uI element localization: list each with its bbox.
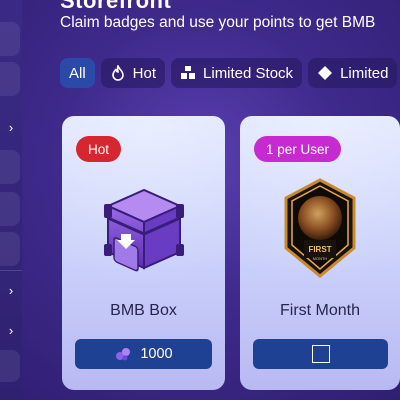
chevron-right-icon[interactable]: › [4, 120, 18, 135]
first-month-badge-image: FIRST MONTH [240, 176, 400, 286]
chevron-right-icon[interactable]: › [4, 283, 18, 298]
filter-limited[interactable]: Limited [308, 58, 398, 88]
filter-hot[interactable]: Hot [100, 58, 166, 88]
hot-badge: Hot [76, 136, 122, 162]
purple-chest-image [62, 176, 225, 286]
checkbox-icon [311, 345, 330, 363]
sidebar-item[interactable] [0, 192, 20, 226]
filter-all[interactable]: All [60, 58, 95, 88]
filter-bar: All Hot Limited Stock Limited [60, 58, 398, 88]
filter-label: Hot [132, 64, 157, 82]
sidebar: › › › [0, 0, 22, 400]
sidebar-item[interactable] [0, 350, 20, 382]
diamond-icon [317, 65, 333, 81]
limit-badge: 1 per User [254, 136, 342, 162]
page-title: Storefront [60, 0, 172, 13]
buy-button[interactable]: 1000 [75, 339, 212, 369]
sidebar-divider [0, 270, 22, 271]
filter-label: Limited Stock [203, 64, 294, 82]
filter-label: All [69, 64, 86, 82]
coins-icon [114, 347, 132, 361]
chevron-right-icon[interactable]: › [4, 323, 18, 338]
price-value: 1000 [140, 346, 173, 362]
stock-icon [180, 65, 196, 81]
sidebar-item[interactable] [0, 62, 20, 96]
page-subtitle: Claim badges and use your points to get … [60, 14, 376, 31]
product-name: BMB Box [110, 302, 177, 319]
svg-text:FIRST: FIRST [308, 245, 331, 254]
product-name: First Month [279, 302, 360, 319]
filter-limited-stock[interactable]: Limited Stock [171, 58, 303, 88]
filter-label: Limited [340, 64, 389, 82]
product-card[interactable]: Hot BMB Box 1000 [62, 116, 225, 390]
sidebar-item[interactable] [0, 150, 20, 184]
svg-text:MONTH: MONTH [313, 256, 328, 261]
sidebar-item[interactable] [0, 22, 20, 56]
fire-icon [110, 65, 126, 81]
sidebar-item[interactable] [0, 232, 20, 266]
product-card[interactable]: 1 per User FIRST MONTH First Month [240, 116, 400, 390]
claim-button[interactable] [253, 339, 388, 369]
